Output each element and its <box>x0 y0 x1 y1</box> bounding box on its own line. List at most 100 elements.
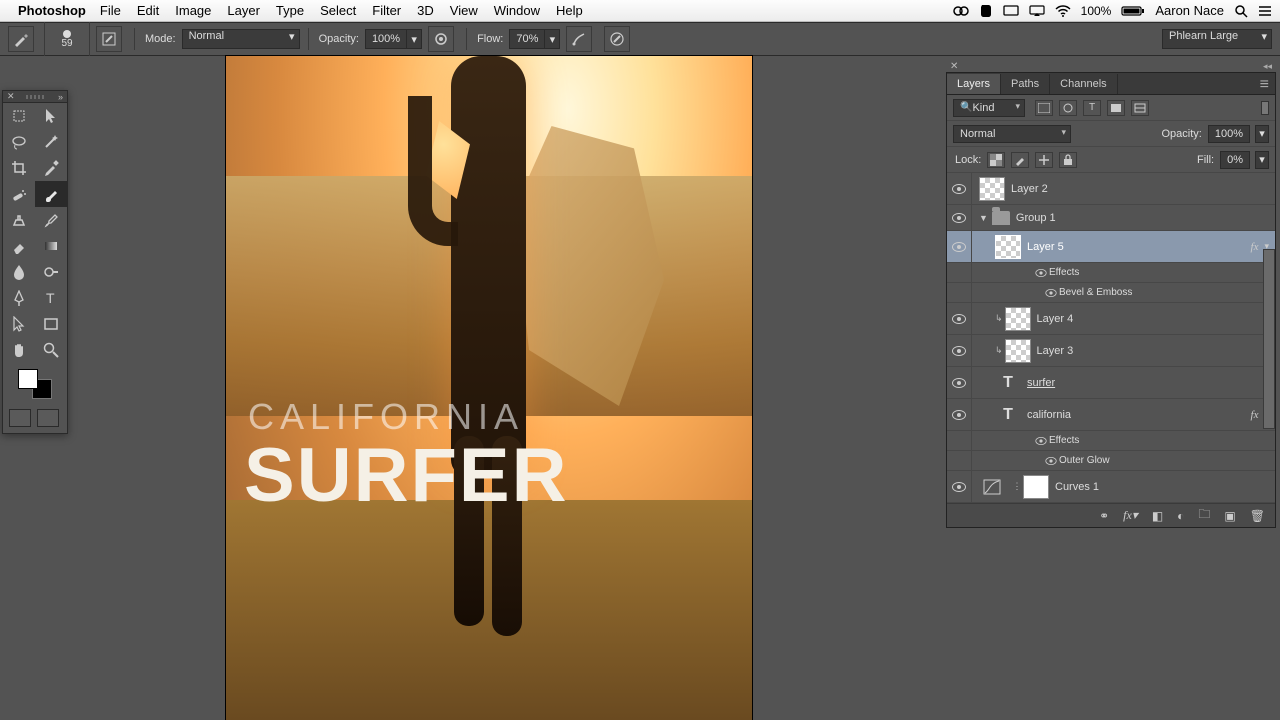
pen-tool[interactable] <box>3 285 35 311</box>
app-name[interactable]: Photoshop <box>18 3 86 18</box>
menu-file[interactable]: File <box>100 3 121 18</box>
filter-smart-icon[interactable] <box>1131 100 1149 116</box>
wifi-icon[interactable] <box>1055 5 1071 17</box>
visibility-toggle[interactable] <box>952 346 966 356</box>
layer-name[interactable]: california <box>1027 409 1251 421</box>
type-layer-icon[interactable]: T <box>995 371 1021 395</box>
battery-icon[interactable] <box>1121 5 1145 17</box>
layer-thumb[interactable] <box>995 235 1021 259</box>
flow-flyout[interactable]: ▾ <box>544 29 560 49</box>
layer-row[interactable]: ↳ Layer 4 <box>947 303 1275 335</box>
eyedropper-tool[interactable] <box>35 155 67 181</box>
pressure-opacity-toggle[interactable] <box>428 26 454 52</box>
type-layer-icon[interactable]: T <box>995 403 1021 427</box>
visibility-toggle[interactable] <box>952 410 966 420</box>
layer-row-text[interactable]: T surfer <box>947 367 1275 399</box>
tab-layers[interactable]: Layers <box>947 74 1001 94</box>
mask-link-icon[interactable]: ⋮ <box>1011 481 1023 492</box>
layer-row-adjustment[interactable]: ⋮ Curves 1 <box>947 471 1275 503</box>
foreground-color-swatch[interactable] <box>18 369 38 389</box>
effects-label[interactable]: Effects <box>1049 267 1275 278</box>
layer-effects-row[interactable]: Effects <box>947 263 1275 283</box>
layer-mask-thumb[interactable] <box>1023 475 1049 499</box>
selection-tool[interactable] <box>35 103 67 129</box>
filter-type-icon[interactable]: T <box>1083 100 1101 116</box>
eraser-tool[interactable] <box>3 233 35 259</box>
layer-effect-item[interactable]: Bevel & Emboss <box>947 283 1275 303</box>
brush-panel-toggle[interactable] <box>96 26 122 52</box>
adjustment-icon[interactable] <box>979 475 1005 499</box>
menu-image[interactable]: Image <box>175 3 211 18</box>
rectangle-tool[interactable] <box>35 311 67 337</box>
scrollbar-thumb[interactable] <box>1263 249 1275 429</box>
collapse-icon[interactable]: » <box>58 92 63 102</box>
flow-value[interactable]: 70% <box>509 29 545 49</box>
tools-panel-header[interactable]: ✕ » <box>3 91 67 103</box>
crop-tool[interactable] <box>3 155 35 181</box>
layer-row-group[interactable]: ▼ Group 1 <box>947 205 1275 231</box>
lock-all-icon[interactable] <box>1059 152 1077 168</box>
visibility-toggle[interactable] <box>952 242 966 252</box>
visibility-toggle[interactable] <box>1045 457 1056 465</box>
layer-thumb[interactable] <box>979 177 1005 201</box>
panel-menu-icon[interactable]: ≡ <box>1254 76 1275 94</box>
zoom-tool[interactable] <box>35 337 67 363</box>
brush-preset-picker[interactable]: 59 <box>44 22 90 56</box>
menu-filter[interactable]: Filter <box>372 3 401 18</box>
lasso-tool[interactable] <box>3 129 35 155</box>
effect-name[interactable]: Bevel & Emboss <box>1059 287 1275 298</box>
layer-row[interactable]: ↳ Layer 3 <box>947 335 1275 367</box>
path-selection-tool[interactable] <box>3 311 35 337</box>
color-swatches[interactable] <box>18 369 52 399</box>
magic-wand-tool[interactable] <box>35 129 67 155</box>
filter-toggle[interactable] <box>1261 101 1269 115</box>
panel-grip-icon[interactable] <box>26 95 46 99</box>
new-layer-icon[interactable]: ▣ <box>1224 509 1235 523</box>
effect-name[interactable]: Outer Glow <box>1059 455 1275 466</box>
menu-view[interactable]: View <box>450 3 478 18</box>
filter-kind-select[interactable]: 🔍Kind <box>953 99 1025 117</box>
layer-mask-icon[interactable]: ◧ <box>1152 509 1163 523</box>
layer-thumb[interactable] <box>1005 307 1031 331</box>
history-brush-tool[interactable] <box>35 207 67 233</box>
blur-tool[interactable] <box>3 259 35 285</box>
visibility-toggle[interactable] <box>1035 437 1046 445</box>
visibility-toggle[interactable] <box>1045 289 1056 297</box>
layer-row-selected[interactable]: Layer 5 fx▾ <box>947 231 1275 263</box>
dodge-tool[interactable] <box>35 259 67 285</box>
fx-badge[interactable]: fx <box>1251 409 1259 421</box>
menu-layer[interactable]: Layer <box>227 3 260 18</box>
document-canvas[interactable]: CALIFORNIA SURFER <box>226 56 752 720</box>
move-tool[interactable] <box>3 103 35 129</box>
clone-stamp-tool[interactable] <box>3 207 35 233</box>
visibility-toggle[interactable] <box>952 213 966 223</box>
visibility-toggle[interactable] <box>952 378 966 388</box>
menu-help[interactable]: Help <box>556 3 583 18</box>
menu-select[interactable]: Select <box>320 3 356 18</box>
notifications-icon[interactable] <box>1258 5 1272 17</box>
cc-status-icon[interactable] <box>953 5 969 17</box>
type-tool[interactable]: T <box>35 285 67 311</box>
layer-style-icon[interactable]: fx▾ <box>1123 508 1138 523</box>
layer-opacity-value[interactable]: 100% <box>1208 125 1250 143</box>
delete-layer-icon[interactable]: 🗑 <box>1250 509 1265 523</box>
blend-mode-select[interactable]: Normal▾ <box>182 29 300 49</box>
filter-adjust-icon[interactable] <box>1059 100 1077 116</box>
menu-type[interactable]: Type <box>276 3 304 18</box>
layer-thumb[interactable] <box>1005 339 1031 363</box>
menubar-username[interactable]: Aaron Nace <box>1155 3 1224 18</box>
fx-badge[interactable]: fx <box>1251 241 1259 253</box>
lock-pixels-icon[interactable] <box>1011 152 1029 168</box>
gradient-tool[interactable] <box>35 233 67 259</box>
filter-shape-icon[interactable] <box>1107 100 1125 116</box>
visibility-toggle[interactable] <box>1035 269 1046 277</box>
effects-label[interactable]: Effects <box>1049 435 1275 446</box>
layer-effects-row[interactable]: Effects <box>947 431 1275 451</box>
opacity-flyout[interactable]: ▾ <box>406 29 422 49</box>
opacity-value[interactable]: 100% <box>365 29 407 49</box>
visibility-toggle[interactable] <box>952 314 966 324</box>
visibility-toggle[interactable] <box>952 184 966 194</box>
healing-brush-tool[interactable] <box>3 181 35 207</box>
menu-3d[interactable]: 3D <box>417 3 434 18</box>
tab-paths[interactable]: Paths <box>1001 74 1050 94</box>
